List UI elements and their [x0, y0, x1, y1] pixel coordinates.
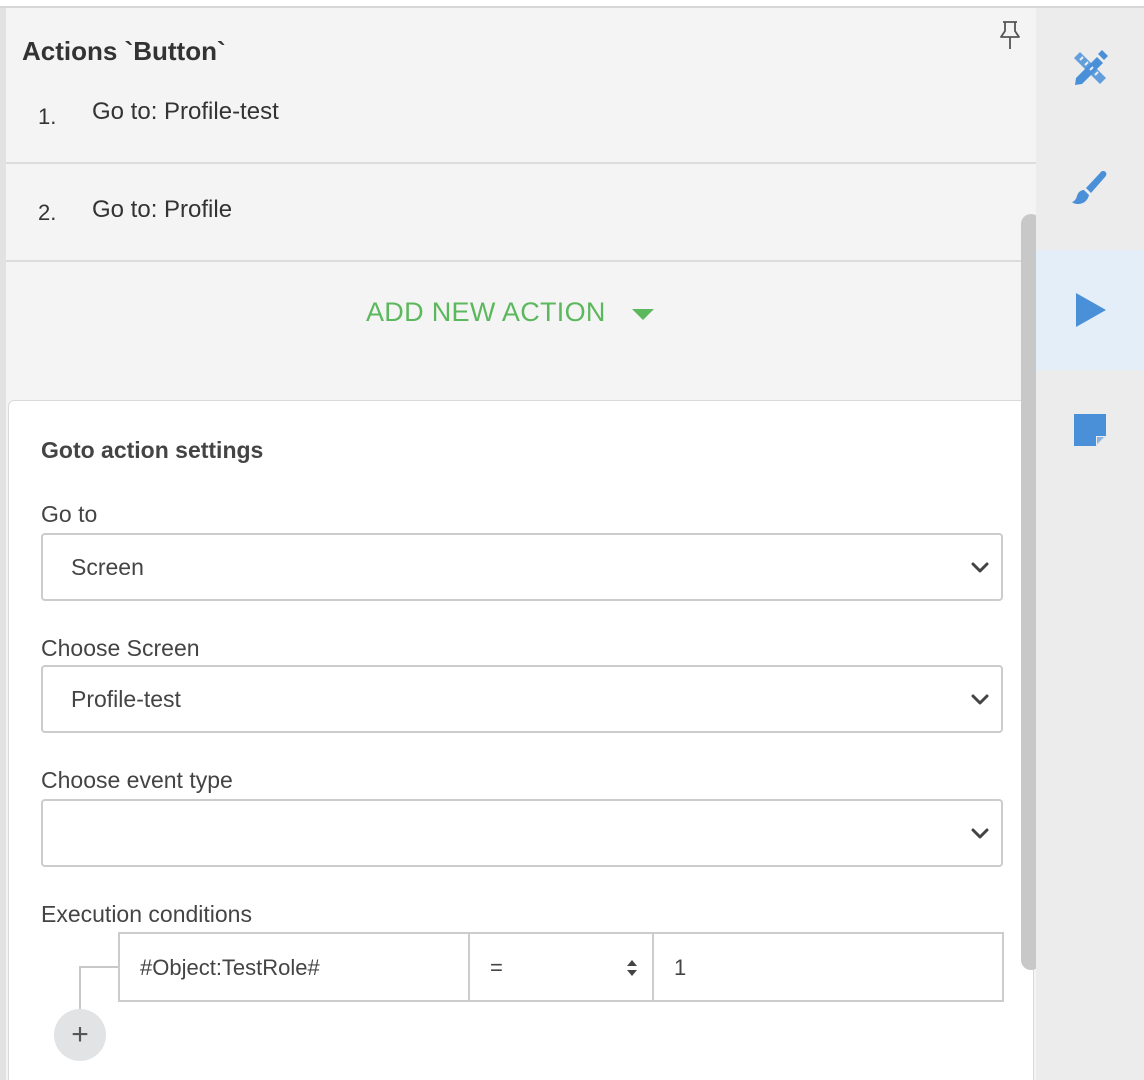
add-new-action-label: ADD NEW ACTION [366, 296, 606, 327]
condition-object-field[interactable]: #Object:TestRole# [118, 932, 470, 1002]
choose-event-type-label: Choose event type [41, 767, 233, 793]
action-number: 1. [38, 104, 57, 129]
pin-icon[interactable] [998, 20, 1022, 50]
condition-operator-value: = [490, 955, 503, 980]
choose-screen-label: Choose Screen [41, 635, 200, 661]
play-icon [1076, 293, 1106, 327]
right-sidebar [1036, 8, 1144, 1080]
choose-screen-value: Profile-test [71, 686, 181, 712]
condition-value-field[interactable]: 1 [652, 932, 1004, 1002]
choose-event-type-select[interactable] [41, 799, 1003, 867]
caret-down-icon [631, 308, 654, 320]
design-tools-icon [1074, 50, 1108, 85]
brush-icon [1072, 171, 1107, 204]
condition-value-text: 1 [674, 955, 687, 980]
chevron-down-icon [971, 694, 989, 705]
condition-operator-select[interactable]: = [468, 932, 654, 1002]
note-icon [1074, 414, 1106, 446]
choose-screen-select[interactable]: Profile-test [41, 665, 1003, 733]
goto-select-value: Screen [71, 554, 144, 580]
execution-conditions-label: Execution conditions [41, 901, 252, 927]
condition-object-value: #Object:TestRole# [140, 955, 320, 980]
chevron-down-icon [971, 562, 989, 573]
goto-select[interactable]: Screen [41, 533, 1003, 601]
chevron-down-icon [971, 828, 989, 839]
add-condition-button[interactable]: + [54, 1009, 106, 1061]
actions-panel: Actions `Button` 1. Go to: Profile-test … [0, 8, 1036, 1080]
action-item[interactable]: 2. Go to: Profile [6, 164, 1036, 262]
panel-title: Actions `Button` [22, 36, 226, 66]
goto-action-settings: Goto action settings Go to Screen Choose… [8, 400, 1034, 1080]
window-top-border [0, 0, 1144, 8]
sidebar-style-button[interactable] [1036, 128, 1144, 248]
goto-label: Go to [41, 501, 98, 527]
sidebar-design-button[interactable] [1036, 8, 1144, 128]
settings-title: Goto action settings [41, 437, 264, 463]
scrollbar-thumb[interactable] [1021, 214, 1036, 970]
sidebar-actions-button[interactable] [1036, 250, 1144, 370]
sidebar-notes-button[interactable] [1036, 370, 1144, 490]
add-new-action-button[interactable]: ADD NEW ACTION [366, 294, 654, 330]
action-number: 2. [38, 200, 57, 225]
sort-updown-icon [627, 960, 637, 976]
condition-connector [79, 966, 119, 968]
action-label: Go to: Profile [92, 196, 233, 223]
action-item[interactable]: 1. Go to: Profile-test [6, 78, 1036, 164]
action-label: Go to: Profile-test [92, 98, 279, 125]
plus-icon: + [71, 1018, 89, 1051]
